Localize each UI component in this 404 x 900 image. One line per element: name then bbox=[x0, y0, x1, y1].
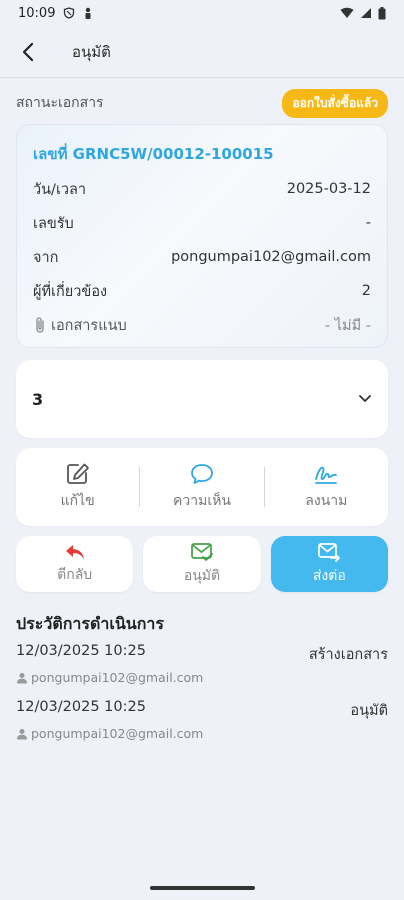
history-datetime: 12/03/2025 10:25 bbox=[16, 643, 146, 659]
comment-button[interactable]: ความเห็น bbox=[140, 462, 263, 512]
signature-icon bbox=[315, 466, 338, 484]
doc-row-key: จาก bbox=[33, 249, 59, 266]
history-datetime: 12/03/2025 10:25 bbox=[16, 699, 146, 715]
history-section: ประวัติการดำเนินการ 12/03/2025 10:25 สร้… bbox=[0, 612, 404, 741]
comment-label: ความเห็น bbox=[173, 493, 231, 509]
page-title: อนุมัติ bbox=[72, 42, 111, 61]
forward-label: ส่งต่อ bbox=[312, 567, 346, 584]
status-time: 10:09 bbox=[18, 5, 56, 21]
approve-label: อนุมัติ bbox=[183, 567, 221, 584]
doc-row-receive-no: เลขรับ - bbox=[33, 206, 371, 240]
mail-check-icon bbox=[191, 542, 213, 561]
mail-forward-icon bbox=[318, 542, 341, 562]
signal-icon bbox=[361, 8, 371, 18]
shield-icon bbox=[64, 7, 75, 19]
doc-row-attachment[interactable]: เอกสารแนบ - ไม่มี - bbox=[33, 308, 371, 342]
step-selector-dropdown[interactable]: 3 bbox=[16, 360, 388, 438]
chevron-left-icon bbox=[22, 42, 34, 61]
doc-row-value: 2 bbox=[361, 283, 371, 299]
battery-icon bbox=[378, 6, 386, 19]
history-action: อนุมัติ bbox=[350, 703, 388, 719]
edit-label: แก้ไข bbox=[60, 493, 95, 509]
sign-label: ลงนาม bbox=[305, 493, 348, 509]
decision-buttons: ตีกลับ อนุมัติ ส่งต่อ bbox=[16, 536, 388, 592]
history-user: pongumpai102@gmail.com bbox=[31, 726, 204, 741]
status-label: สถานะเอกสาร bbox=[16, 95, 104, 111]
history-item: 12/03/2025 10:25 อนุมัติ pongumpai102@gm… bbox=[16, 699, 388, 741]
user-icon bbox=[17, 672, 27, 683]
status-bar: 10:09 bbox=[0, 0, 404, 26]
back-button[interactable] bbox=[14, 38, 42, 66]
document-info-card: เลขที่ GRNC5W/00012-100015 วัน/เวลา 2025… bbox=[16, 124, 388, 348]
action-toolbar: แก้ไข ความเห็น ลงนาม bbox=[16, 448, 388, 526]
document-number: เลขที่ GRNC5W/00012-100015 bbox=[33, 145, 274, 163]
history-title: ประวัติการดำเนินการ bbox=[16, 614, 164, 633]
doc-row-datetime: วัน/เวลา 2025-03-12 bbox=[33, 172, 371, 206]
sign-button[interactable]: ลงนาม bbox=[265, 462, 388, 512]
attachment-value: - ไม่มี - bbox=[324, 317, 371, 334]
history-user: pongumpai102@gmail.com bbox=[31, 670, 204, 685]
history-action: สร้างเอกสาร bbox=[308, 647, 388, 663]
user-icon bbox=[17, 728, 27, 739]
history-item: 12/03/2025 10:25 สร้างเอกสาร pongumpai10… bbox=[16, 643, 388, 685]
wifi-icon bbox=[340, 7, 354, 18]
app-bar: อนุมัติ bbox=[0, 26, 404, 78]
doc-row-related: ผู้ที่เกี่ยวข้อง 2 bbox=[33, 274, 371, 308]
approve-button[interactable]: อนุมัติ bbox=[143, 536, 261, 592]
chevron-down-icon bbox=[359, 395, 371, 402]
doc-row-key: วัน/เวลา bbox=[33, 181, 87, 198]
doc-row-value: 2025-03-12 bbox=[286, 181, 371, 197]
document-status-row: สถานะเอกสาร ออกใบสั่งซื้อแล้ว bbox=[0, 88, 404, 118]
edit-icon bbox=[66, 463, 89, 484]
edit-button[interactable]: แก้ไข bbox=[16, 462, 139, 512]
attachment-label: เอกสารแนบ bbox=[51, 317, 127, 334]
person-status-icon bbox=[85, 7, 91, 19]
home-indicator[interactable] bbox=[150, 886, 255, 890]
doc-row-key: ผู้ที่เกี่ยวข้อง bbox=[33, 283, 108, 300]
doc-row-value: - bbox=[365, 215, 371, 231]
reject-button[interactable]: ตีกลับ bbox=[16, 536, 134, 592]
comment-icon bbox=[191, 464, 213, 484]
forward-button[interactable]: ส่งต่อ bbox=[270, 536, 388, 592]
paperclip-icon bbox=[36, 317, 44, 333]
reply-icon bbox=[65, 544, 84, 559]
selected-value: 3 bbox=[32, 389, 44, 409]
reject-label: ตีกลับ bbox=[57, 566, 93, 583]
doc-row-key: เลขรับ bbox=[33, 215, 74, 232]
doc-row-from: จาก pongumpai102@gmail.com bbox=[33, 240, 371, 274]
doc-row-value: pongumpai102@gmail.com bbox=[171, 249, 371, 265]
status-badge: ออกใบสั่งซื้อแล้ว bbox=[282, 88, 388, 118]
